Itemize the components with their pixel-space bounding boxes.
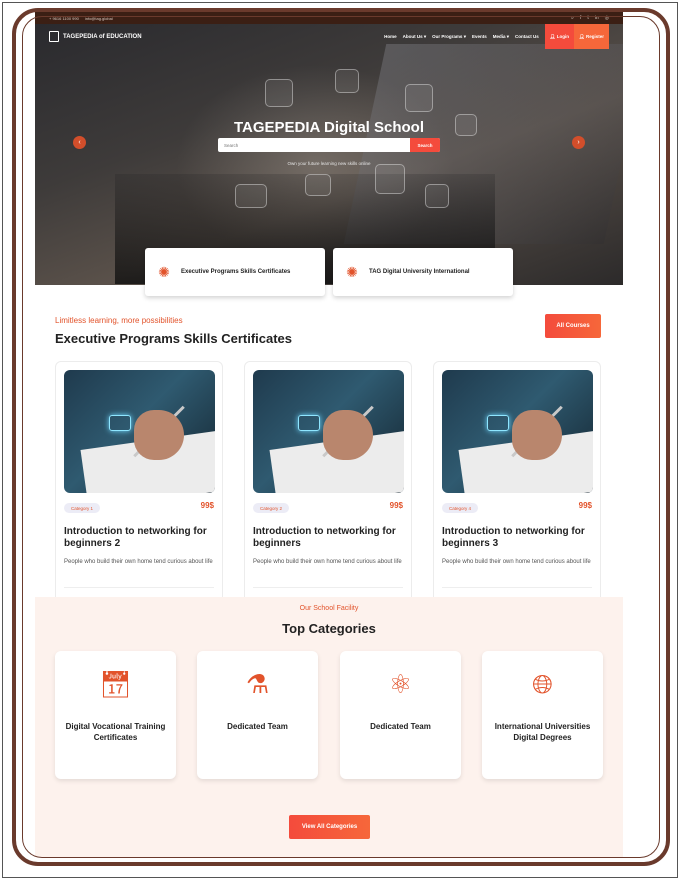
course-description: People who build their own home tend cur… xyxy=(442,559,591,565)
course-card[interactable]: Category 1 99$ Introduction to networkin… xyxy=(55,361,223,611)
view-all-categories-button[interactable]: View All Categories xyxy=(289,815,370,839)
card-divider xyxy=(442,587,592,588)
search-input[interactable] xyxy=(218,138,410,152)
instagram-icon[interactable]: ◎ xyxy=(605,15,609,21)
course-title[interactable]: Introduction to networking for beginners… xyxy=(442,526,597,550)
main-navigation: TAGEPEDIA of EDUCATION Home About Us ▾ O… xyxy=(35,24,623,49)
nav-contact[interactable]: Contact Us xyxy=(515,34,539,39)
nav-media[interactable]: Media ▾ xyxy=(493,34,509,40)
category-tile[interactable]: 🌐︎ International Universities Digital De… xyxy=(482,651,603,779)
top-info-bar: + 9616 1100 990 info@tag.global ⌕ f t in… xyxy=(35,12,623,24)
category-label: Dedicated Team xyxy=(227,722,288,731)
course-thumbnail xyxy=(253,370,404,493)
course-title[interactable]: Introduction to networking for beginners… xyxy=(64,526,219,550)
user-icon: 👤︎ xyxy=(579,33,585,39)
login-button[interactable]: 👤︎ Login xyxy=(544,24,574,49)
logo-mark-icon xyxy=(49,31,59,42)
search-button[interactable]: Search xyxy=(410,138,440,152)
feature-card-university[interactable]: ✺ TAG Digital University International xyxy=(333,248,513,296)
facebook-icon[interactable]: f xyxy=(580,15,581,21)
hero-subtitle: Own your future learning new skills onli… xyxy=(287,161,371,166)
nav-home[interactable]: Home xyxy=(384,34,397,39)
category-tile[interactable]: ⚛ Dedicated Team xyxy=(340,651,461,779)
nav-links: Home About Us ▾ Our Programs ▾ Events Me… xyxy=(384,24,609,49)
user-icon: 👤︎ xyxy=(549,33,556,39)
course-card[interactable]: Category 2 99$ Introduction to networkin… xyxy=(244,361,412,611)
linkedin-icon[interactable]: in xyxy=(595,15,599,21)
email-text: info@tag.global xyxy=(84,15,113,21)
course-title[interactable]: Introduction to networking for beginners xyxy=(253,526,408,550)
all-courses-button[interactable]: All Courses xyxy=(545,314,601,338)
feature-card-label: TAG Digital University International xyxy=(369,269,470,275)
course-thumbnail xyxy=(64,370,215,493)
course-description: People who build their own home tend cur… xyxy=(64,559,213,565)
web-page: + 9616 1100 990 info@tag.global ⌕ f t in… xyxy=(35,12,623,857)
search-icon[interactable]: ⌕ xyxy=(571,15,574,21)
category-tile[interactable]: ⚗ Dedicated Team xyxy=(197,651,318,779)
course-price: 99$ xyxy=(578,501,592,510)
course-thumbnail xyxy=(442,370,593,493)
facility-subtitle: Our School Facility xyxy=(299,605,359,612)
hero-search: Search xyxy=(218,138,440,152)
facility-title: Top Categories xyxy=(282,621,376,636)
category-label: Digital Vocational Training Certificates xyxy=(65,722,166,742)
course-price: 99$ xyxy=(200,501,214,510)
feature-card-executive[interactable]: ✺ Executive Programs Skills Certificates xyxy=(145,248,325,296)
courses-title: Executive Programs Skills Certificates xyxy=(55,331,293,346)
phone-text: + 9616 1100 990 xyxy=(49,15,79,21)
twitter-icon[interactable]: t xyxy=(587,15,588,21)
category-label: International Universities Digital Degre… xyxy=(494,722,591,742)
course-category-badge[interactable]: Category 4 xyxy=(442,503,479,513)
atom-icon: ⚛ xyxy=(388,669,413,699)
course-card[interactable]: Category 4 99$ Introduction to networkin… xyxy=(433,361,601,611)
nav-events[interactable]: Events xyxy=(472,34,487,39)
register-button[interactable]: 👤︎ Register xyxy=(574,24,609,49)
university-icon: ✺ xyxy=(346,263,358,280)
course-category-badge[interactable]: Category 2 xyxy=(253,503,290,513)
hero-banner xyxy=(35,24,623,285)
card-divider xyxy=(64,587,214,588)
feature-card-label: Executive Programs Skills Certificates xyxy=(181,269,291,275)
hero-title: TAGEPEDIA Digital School xyxy=(233,119,424,136)
nav-programs[interactable]: Our Programs ▾ xyxy=(432,34,466,40)
certificate-icon: ✺ xyxy=(158,263,170,280)
course-category-badge[interactable]: Category 1 xyxy=(64,503,101,513)
lab-icon: ⚗ xyxy=(245,669,270,699)
nav-about[interactable]: About Us ▾ xyxy=(403,34,427,40)
books-globe-icon: 🌐︎ xyxy=(532,669,553,699)
social-links: ⌕ f t in ◎ xyxy=(571,15,609,21)
course-description: People who build their own home tend cur… xyxy=(253,559,402,565)
card-divider xyxy=(253,587,403,588)
hero-next-arrow-icon[interactable]: › xyxy=(572,136,585,149)
logo-text: TAGEPEDIA of EDUCATION xyxy=(63,33,142,40)
calendar-icon: 📅︎ xyxy=(98,669,132,699)
category-tile[interactable]: 📅︎ Digital Vocational Training Certifica… xyxy=(55,651,176,779)
courses-tagline: Limitless learning, more possibilities xyxy=(55,316,183,325)
hero-prev-arrow-icon[interactable]: ‹ xyxy=(73,136,86,149)
site-logo[interactable]: TAGEPEDIA of EDUCATION xyxy=(49,31,142,42)
category-label: Dedicated Team xyxy=(370,722,431,731)
course-price: 99$ xyxy=(389,501,403,510)
